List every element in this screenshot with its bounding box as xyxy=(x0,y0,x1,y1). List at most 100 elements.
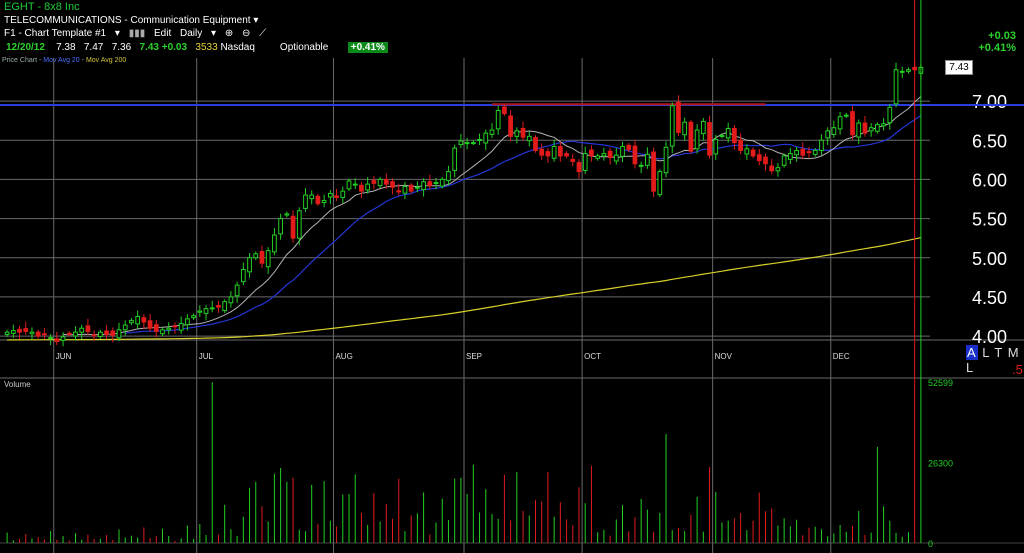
candle-body xyxy=(452,147,458,171)
y-tick-label: 6.00 xyxy=(972,170,1007,190)
last-price-label: 7.43 xyxy=(945,60,973,75)
candle-body xyxy=(526,135,532,142)
candle-body xyxy=(110,330,116,336)
x-tick-label: JUN xyxy=(56,352,72,361)
candle-body xyxy=(340,190,346,198)
candle-body xyxy=(781,155,787,166)
candle-body xyxy=(147,320,153,329)
candle-body xyxy=(831,127,837,135)
candle-body xyxy=(390,181,395,188)
candle-body xyxy=(122,324,128,331)
candle-body xyxy=(116,329,122,339)
candle-body xyxy=(66,332,72,335)
x-tick-label: DEC xyxy=(833,352,850,361)
volume-tick-label: 52599 xyxy=(928,378,953,388)
candle-body xyxy=(769,165,775,172)
candle-body xyxy=(278,218,283,235)
candle-body xyxy=(259,250,265,264)
candle-body xyxy=(651,151,656,192)
candle-body xyxy=(29,331,35,335)
candle-body xyxy=(719,135,725,138)
candle-body xyxy=(489,129,495,135)
candle-body xyxy=(477,138,482,141)
x-tick-label: JUL xyxy=(199,352,214,361)
y-tick-label: 7.00 xyxy=(972,92,1007,112)
candle-body xyxy=(209,307,215,310)
candle-body xyxy=(160,329,165,335)
candle-body xyxy=(91,334,97,337)
candle-body xyxy=(464,142,470,145)
candle-body xyxy=(881,123,886,127)
candle-body xyxy=(800,148,806,156)
candle-body xyxy=(545,151,551,157)
candle-body xyxy=(551,146,557,159)
candle-body xyxy=(645,153,650,166)
candle-body xyxy=(862,122,868,134)
candle-body xyxy=(290,215,296,239)
candle-body xyxy=(620,146,625,157)
candle-body xyxy=(178,323,184,331)
candle-body xyxy=(893,69,899,105)
candle-body xyxy=(402,185,408,194)
candle-body xyxy=(899,70,905,73)
candle-body xyxy=(819,139,824,151)
candle-body xyxy=(166,327,172,331)
y-tick-label: 6.50 xyxy=(972,131,1007,151)
candle-body xyxy=(371,180,377,184)
candle-body xyxy=(228,296,234,304)
candle-body xyxy=(483,132,489,144)
candle-body xyxy=(97,331,103,337)
candle-body xyxy=(446,171,451,182)
price-volume-chart[interactable]: 7.006.506.005.505.004.504.00JUN JUL AUG SEP… xyxy=(0,0,1024,553)
x-tick-label: SEP xyxy=(466,352,482,361)
candle-body xyxy=(638,164,644,167)
candle-body xyxy=(756,154,762,162)
candle-body xyxy=(570,158,576,162)
candle-body xyxy=(272,234,277,253)
candle-body xyxy=(694,129,700,150)
candle-body xyxy=(42,333,47,336)
candle-body xyxy=(738,139,743,151)
candle-body xyxy=(508,115,513,137)
candle-body xyxy=(346,180,352,190)
candle-body xyxy=(240,269,246,283)
candle-body xyxy=(315,195,321,205)
candle-body xyxy=(415,186,420,189)
candle-body xyxy=(135,316,141,325)
candle-body xyxy=(856,122,862,138)
candle-body xyxy=(787,153,793,160)
candle-body xyxy=(676,101,681,133)
candle-body xyxy=(321,200,327,204)
candle-body xyxy=(533,137,538,151)
y-tick-label: 5.00 xyxy=(972,249,1007,269)
candle-body xyxy=(582,153,588,171)
candle-body xyxy=(408,184,414,192)
candle-body xyxy=(607,150,613,158)
candle-body xyxy=(657,171,663,196)
candle-body xyxy=(421,181,426,191)
candle-body xyxy=(309,194,315,200)
candle-body xyxy=(17,328,22,333)
candle-body xyxy=(806,151,812,154)
candle-body xyxy=(868,127,874,132)
x-tick-label: OCT xyxy=(584,352,601,361)
candle-body xyxy=(73,331,78,337)
candle-body xyxy=(303,194,308,209)
candle-body xyxy=(725,128,731,139)
candle-body xyxy=(732,128,737,144)
candle-body xyxy=(247,257,252,273)
candle-body xyxy=(502,106,507,115)
candle-body xyxy=(688,121,694,152)
candle-body xyxy=(222,301,228,312)
volume-tick-label: 0 xyxy=(928,539,933,549)
x-tick-label: NOV xyxy=(715,352,733,361)
candle-body xyxy=(296,210,302,239)
candle-body xyxy=(843,114,849,117)
candle-body xyxy=(750,149,756,157)
candle-body xyxy=(470,142,476,145)
marker-label: .5 xyxy=(1012,362,1023,377)
candle-body xyxy=(850,111,855,136)
candle-body xyxy=(576,162,582,173)
candle-body xyxy=(632,145,638,165)
volume-tick-label: 26300 xyxy=(928,458,953,468)
